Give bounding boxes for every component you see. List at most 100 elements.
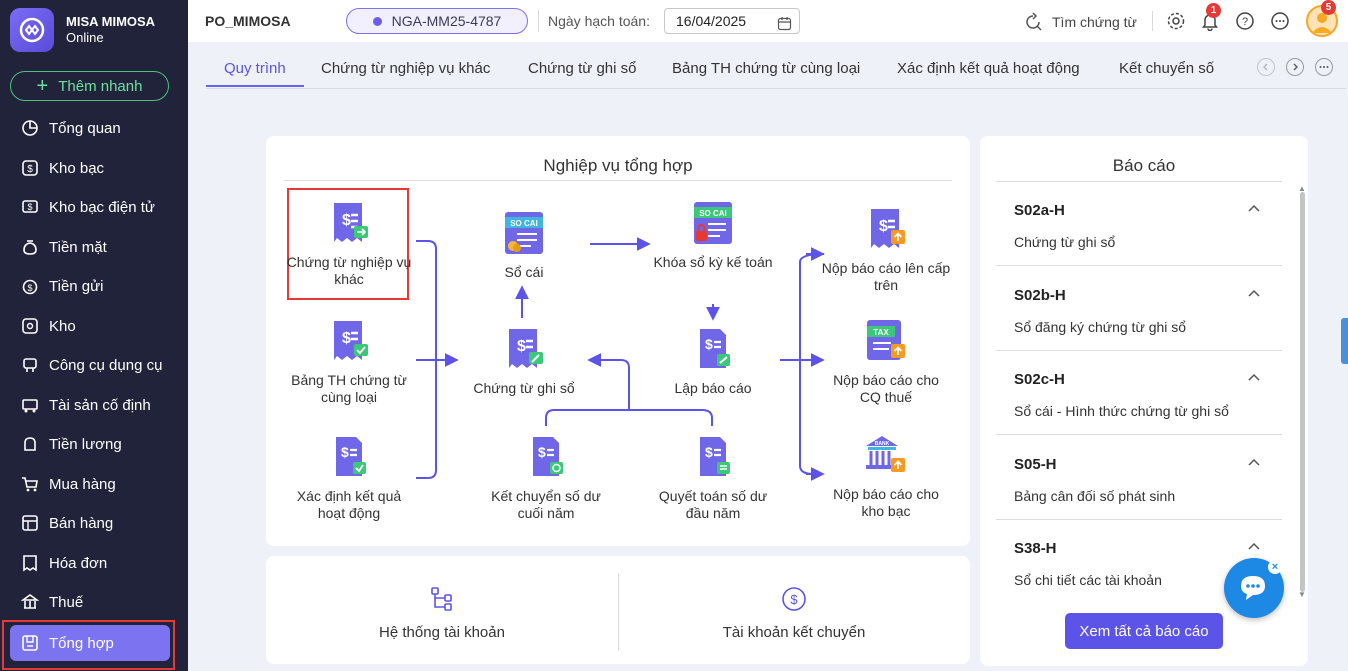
cart-icon bbox=[20, 474, 40, 494]
sidebar-item-kho[interactable]: Kho bbox=[10, 308, 170, 344]
close-icon[interactable]: × bbox=[1268, 560, 1282, 574]
node-chung-tu-ghi-so[interactable]: $ Chứng từ ghi sổ bbox=[459, 326, 589, 397]
active-item-highlight bbox=[2, 620, 175, 670]
tab-bar: Quy trình Chứng từ nghiệp vụ khác Chứng … bbox=[188, 42, 1348, 90]
chat-bubble-icon bbox=[1241, 576, 1265, 600]
sidebar-item-tien-luong[interactable]: Tiền lương bbox=[10, 426, 170, 462]
report-item[interactable]: S02c-H Sổ cái - Hình thức chứng từ ghi s… bbox=[996, 351, 1282, 435]
sidebar-item-label: Kho bạc bbox=[49, 159, 105, 177]
sidebar-item-tai-san[interactable]: Tài sản cố định bbox=[10, 387, 170, 423]
chevron-up-icon[interactable] bbox=[1248, 373, 1260, 381]
chevron-up-icon[interactable] bbox=[1248, 289, 1260, 297]
tab-bang-th[interactable]: Bảng TH chứng từ cùng loại bbox=[672, 60, 860, 77]
node-lap-bao-cao[interactable]: $ Lập báo cáo bbox=[648, 326, 778, 397]
view-all-reports-button[interactable]: Xem tất cả báo cáo bbox=[1065, 613, 1223, 649]
node-quyet-toan-so-du[interactable]: $ Quyết toán số dư đầu năm bbox=[648, 434, 778, 522]
sidebar-item-ban-hang[interactable]: Bán hàng bbox=[10, 505, 170, 541]
node-label: Nộp báo cáo cho CQ thuế bbox=[833, 372, 939, 405]
account-system-button[interactable]: Hệ thống tài khoản bbox=[266, 586, 618, 641]
account-tree-icon bbox=[429, 586, 455, 612]
report-item[interactable]: S02b-H Sổ đăng ký chứng từ ghi sổ bbox=[996, 267, 1282, 351]
node-ket-chuyen-so-du[interactable]: $ Kết chuyển số dư cuối năm bbox=[481, 434, 611, 522]
chevron-up-icon[interactable] bbox=[1248, 204, 1260, 212]
company-name: PO_MIMOSA bbox=[205, 13, 291, 29]
sidebar-item-tien-mat[interactable]: Tiền mặt bbox=[10, 229, 170, 265]
tab-scroll-right-icon[interactable] bbox=[1286, 58, 1304, 76]
sidebar-item-kho-bac-dien-tu[interactable]: $ Kho bạc điện tử bbox=[10, 189, 170, 225]
node-nop-bao-cao-thue[interactable]: TAX Nộp báo cáo cho CQ thuế bbox=[821, 318, 951, 406]
dollar-circle-icon: $ bbox=[781, 586, 807, 612]
node-khoa-so-ky-ke-toan[interactable]: SO CAI Khóa sổ kỳ kế toán bbox=[648, 200, 778, 271]
settings-icon[interactable] bbox=[1166, 11, 1186, 31]
sidebar-item-tong-quan[interactable]: Tổng quan bbox=[10, 110, 170, 146]
sidebar-item-kho-bac[interactable]: $ Kho bạc bbox=[10, 150, 170, 186]
sidebar-item-mua-hang[interactable]: Mua hàng bbox=[10, 466, 170, 502]
invoice-icon bbox=[20, 553, 40, 573]
more-options-icon[interactable] bbox=[1270, 11, 1290, 31]
sidebar-item-label: Thuế bbox=[49, 593, 84, 611]
avatar-badge: 5 bbox=[1321, 0, 1336, 15]
report-name[interactable]: Sổ đăng ký chứng từ ghi sổ bbox=[1014, 319, 1186, 335]
report-item[interactable]: S05-H Bảng cân đối số phát sinh bbox=[996, 436, 1282, 520]
node-nop-bao-cao-kho-bac[interactable]: BANK Nộp báo cáo cho kho bạc bbox=[821, 432, 951, 520]
svg-text:$: $ bbox=[517, 338, 526, 355]
svg-text:$: $ bbox=[27, 164, 33, 175]
side-panel-handle[interactable] bbox=[1341, 318, 1348, 364]
tab-chung-tu-nghiep-vu-khac[interactable]: Chứng từ nghiệp vụ khác bbox=[321, 60, 490, 77]
tab-more-icon[interactable] bbox=[1315, 58, 1333, 76]
reports-scrollbar[interactable] bbox=[1300, 192, 1305, 592]
sidebar-item-label: Kho bbox=[49, 317, 76, 335]
report-name[interactable]: Sổ chi tiết các tài khoản bbox=[1014, 572, 1162, 588]
sidebar-item-label: Mua hàng bbox=[49, 475, 116, 493]
warehouse-icon bbox=[20, 316, 40, 336]
node-label: Chứng từ ghi sổ bbox=[473, 380, 575, 396]
quick-add-button[interactable]: + Thêm nhanh bbox=[10, 71, 169, 101]
sidebar-item-label: Tiền mặt bbox=[49, 238, 107, 256]
search-voucher-label: Tìm chứng từ bbox=[1052, 14, 1137, 30]
sidebar-item-cong-cu[interactable]: Công cụ dụng cụ bbox=[10, 347, 170, 383]
sales-icon bbox=[20, 513, 40, 533]
bank-upload-icon: BANK bbox=[863, 432, 909, 478]
tab-xac-dinh-ket-qua[interactable]: Xác định kết quả hoạt động bbox=[897, 60, 1080, 77]
tab-chung-tu-ghi-so[interactable]: Chứng từ ghi sổ bbox=[528, 60, 636, 77]
svg-text:$: $ bbox=[341, 444, 349, 460]
svg-text:$: $ bbox=[538, 444, 546, 460]
process-card: Nghiệp vụ tổng hợp $ Chứng từ nghiệp vụ … bbox=[266, 136, 970, 546]
help-icon[interactable]: ? bbox=[1235, 11, 1255, 31]
report-name[interactable]: Chứng từ ghi sổ bbox=[1014, 234, 1115, 250]
chevron-up-icon[interactable] bbox=[1248, 542, 1260, 550]
search-voucher-button[interactable]: Tìm chứng từ bbox=[1023, 12, 1137, 32]
node-label: Sổ cái bbox=[504, 264, 544, 280]
svg-text:SO CAI: SO CAI bbox=[699, 209, 727, 218]
database-name: NGA-MM25-4787 bbox=[391, 13, 502, 29]
pie-chart-icon bbox=[20, 118, 40, 138]
node-xac-dinh-ket-qua[interactable]: $ Xác định kết quả hoạt động bbox=[284, 434, 414, 522]
node-nop-bao-cao-cap-tren[interactable]: $ Nộp báo cáo lên cấp trên bbox=[821, 206, 951, 294]
report-code: S05-H bbox=[1014, 456, 1057, 473]
tab-ket-chuyen-so[interactable]: Kết chuyển số bbox=[1119, 60, 1215, 77]
sidebar-item-tien-gui[interactable]: $ Tiền gửi bbox=[10, 268, 170, 304]
node-bang-th-chung-tu[interactable]: $ Bảng TH chứng từ cùng loại bbox=[284, 318, 414, 406]
tab-scroll-left-icon[interactable] bbox=[1257, 58, 1275, 76]
report-name[interactable]: Sổ cái - Hình thức chứng từ ghi sổ bbox=[1014, 403, 1229, 419]
brand[interactable]: MISA MIMOSA Online bbox=[10, 8, 155, 52]
e-treasury-icon: $ bbox=[20, 197, 40, 217]
node-label: Nộp báo cáo lên cấp trên bbox=[821, 260, 951, 293]
database-selector[interactable]: NGA-MM25-4787 bbox=[346, 8, 528, 34]
svg-text:BANK: BANK bbox=[875, 441, 890, 447]
tab-quy-trinh[interactable]: Quy trình bbox=[224, 60, 286, 77]
ledger-lock-icon: SO CAI bbox=[690, 200, 736, 246]
chevron-up-icon[interactable] bbox=[1248, 458, 1260, 466]
posting-date-value: 16/04/2025 bbox=[676, 13, 747, 29]
scroll-down-icon[interactable]: ▼ bbox=[1298, 590, 1306, 599]
posting-date-field[interactable]: 16/04/2025 bbox=[664, 8, 800, 34]
sidebar-item-hoa-don[interactable]: Hóa đơn bbox=[10, 545, 170, 581]
sidebar-item-label: Công cụ dụng cụ bbox=[49, 356, 163, 374]
transfer-account-button[interactable]: $ Tài khoản kết chuyển bbox=[618, 586, 970, 641]
sidebar-item-thue[interactable]: Thuế bbox=[10, 584, 170, 620]
tax-icon bbox=[20, 592, 40, 612]
node-chung-tu-nghiep-vu-khac[interactable]: $ Chứng từ nghiệp vụ khác bbox=[284, 200, 414, 288]
report-item[interactable]: S02a-H Chứng từ ghi sổ bbox=[996, 182, 1282, 266]
node-so-cai[interactable]: SO CAI Sổ cái bbox=[459, 210, 589, 281]
report-name[interactable]: Bảng cân đối số phát sinh bbox=[1014, 488, 1175, 504]
